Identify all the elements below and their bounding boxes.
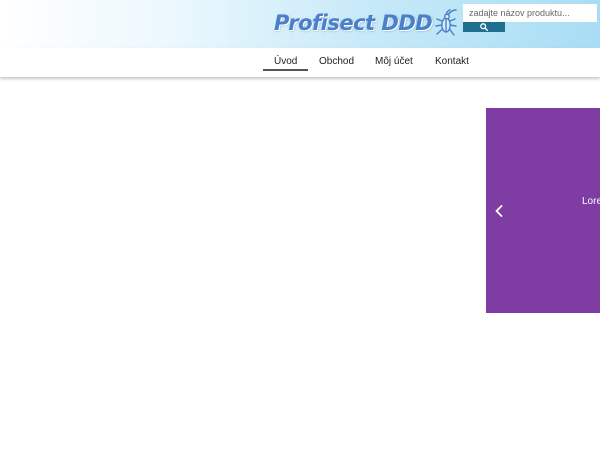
nav-item-obchod[interactable]: Obchod [319,56,354,67]
cockroach-icon [435,9,457,36]
site-header: Profisect DDD [0,0,600,48]
slider-prev-button[interactable] [492,202,506,220]
search-button[interactable] [463,22,505,32]
nav-item-kontakt[interactable]: Kontakt [435,56,469,67]
search-input[interactable] [463,4,597,22]
active-nav-indicator [263,69,308,71]
nav-item-uvod[interactable]: Úvod [274,56,297,67]
search-icon [480,23,488,31]
main-nav: Úvod Obchod Môj účet Kontakt [0,48,600,77]
logo-text: Profisect DDD [274,11,433,35]
nav-item-moj-ucet[interactable]: Môj účet [375,56,413,67]
slide-text: Lore [582,196,600,207]
chevron-left-icon [495,205,503,217]
site-logo[interactable]: Profisect DDD [274,8,458,38]
hero-slider: Lore [486,108,600,313]
